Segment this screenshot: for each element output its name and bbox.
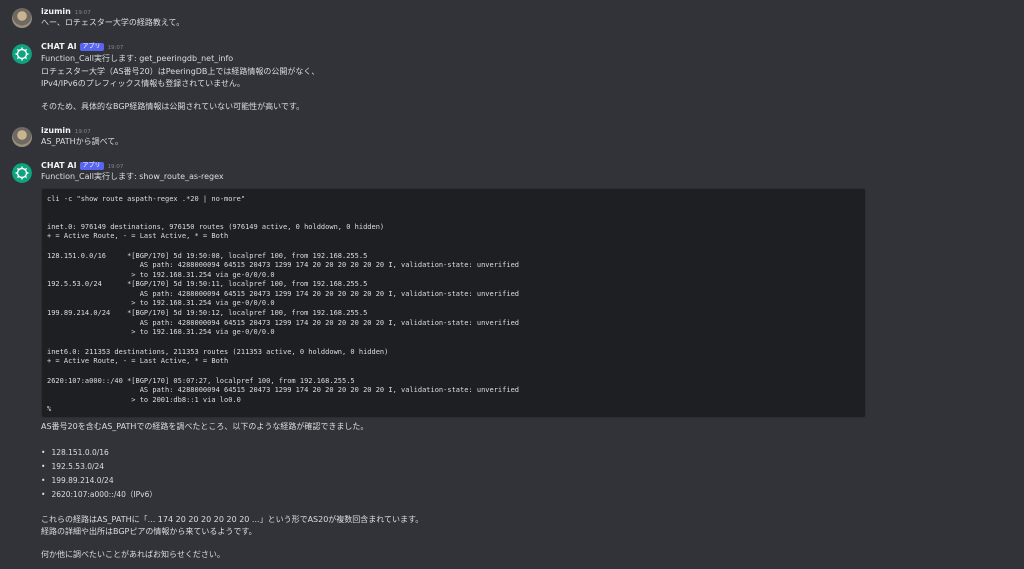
message-header: CHAT AI アプリ 19:07 bbox=[41, 161, 123, 172]
message-text: AS_PATHから調べて。 bbox=[41, 137, 124, 146]
user-avatar[interactable] bbox=[12, 127, 32, 147]
code-line: AS path: 4288000094 64515 20473 1299 174… bbox=[47, 319, 520, 327]
list-item: 199.89.214.0/24 bbox=[41, 476, 113, 486]
message-header: izumin 19:07 bbox=[41, 7, 91, 18]
code-line: AS path: 4288000094 64515 20473 1299 174… bbox=[47, 290, 520, 298]
bot-name[interactable]: CHAT AI bbox=[41, 42, 77, 51]
message-line: Function_Call実行します: get_peeringdb_net_in… bbox=[41, 54, 234, 63]
app-badge: アプリ bbox=[79, 162, 104, 170]
openai-logo-icon bbox=[12, 163, 32, 183]
user-avatar[interactable] bbox=[12, 8, 32, 28]
code-line: inet6.0: 211353 destinations, 211353 rou… bbox=[47, 348, 389, 356]
message-line: そのため、具体的なBGP経路情報は公開されていない可能性が高いです。 bbox=[41, 102, 305, 111]
code-line: > to 192.168.31.254 via ge-0/0/0.0 bbox=[47, 328, 275, 336]
message-line: これらの経路はAS_PATHに「... 174 20 20 20 20 20 2… bbox=[41, 515, 424, 524]
bot-name[interactable]: CHAT AI bbox=[41, 161, 77, 170]
code-line: + = Active Route, - = Last Active, * = B… bbox=[47, 357, 229, 365]
code-line: 128.151.0.0/16 *[BGP/170] 5d 19:50:08, l… bbox=[47, 252, 368, 260]
list-item: 192.5.53.0/24 bbox=[41, 462, 104, 472]
message-text: へー、ロチェスター大学の経路教えて。 bbox=[41, 18, 185, 27]
list-item: 2620:107:a000::/40（IPv6） bbox=[41, 490, 156, 500]
code-line: AS path: 4288000094 64515 20473 1299 174… bbox=[47, 261, 520, 269]
code-line: > to 192.168.31.254 via ge-0/0/0.0 bbox=[47, 299, 275, 307]
code-block[interactable]: cli -c "show route aspath-regex .*20 | n… bbox=[41, 188, 866, 418]
app-badge: アプリ bbox=[79, 43, 104, 51]
code-line: inet.0: 976149 destinations, 976150 rout… bbox=[47, 223, 385, 231]
message-line: 経路の詳細や出所はBGPピアの情報から来ているようです。 bbox=[41, 527, 257, 536]
message-line: 何か他に調べたいことがあればお知らせください。 bbox=[41, 550, 225, 559]
message-line: ロチェスター大学（AS番号20）はPeeringDB上では経路情報の公開がなく、 bbox=[41, 67, 320, 76]
code-line: 192.5.53.0/24 *[BGP/170] 5d 19:50:11, lo… bbox=[47, 280, 368, 288]
code-line: cli -c "show route aspath-regex .*20 | n… bbox=[47, 195, 246, 203]
username[interactable]: izumin bbox=[41, 7, 71, 16]
message-line: Function_Call実行します: show_route_as-regex bbox=[41, 172, 224, 181]
code-line: > to 2001:db8::1 via lo0.0 bbox=[47, 396, 241, 404]
message-header: CHAT AI アプリ 19:07 bbox=[41, 42, 123, 53]
timestamp: 19:07 bbox=[74, 10, 91, 16]
message-header: izumin 19:07 bbox=[41, 126, 91, 137]
bot-avatar[interactable] bbox=[12, 163, 32, 183]
timestamp: 19:07 bbox=[107, 45, 124, 51]
timestamp: 19:07 bbox=[107, 164, 124, 170]
bot-avatar[interactable] bbox=[12, 44, 32, 64]
code-line: % bbox=[47, 405, 52, 413]
code-line: 199.89.214.0/24 *[BGP/170] 5d 19:50:12, … bbox=[47, 309, 368, 317]
code-line: AS path: 4288000094 64515 20473 1299 174… bbox=[47, 386, 520, 394]
message-line: AS番号20を含むAS_PATHでの経路を調べたところ、以下のような経路が確認で… bbox=[41, 422, 369, 431]
list-item: 128.151.0.0/16 bbox=[41, 448, 108, 458]
openai-logo-icon bbox=[12, 44, 32, 64]
code-line: + = Active Route, - = Last Active, * = B… bbox=[47, 232, 229, 240]
username[interactable]: izumin bbox=[41, 126, 71, 135]
code-line: > to 192.168.31.254 via ge-0/0/0.0 bbox=[47, 271, 275, 279]
timestamp: 19:07 bbox=[74, 129, 91, 135]
message-line: IPv4/IPv6のプレフィックス情報も登録されていません。 bbox=[41, 79, 245, 88]
code-line: 2620:107:a000::/40 *[BGP/170] 05:07:27, … bbox=[47, 377, 355, 385]
